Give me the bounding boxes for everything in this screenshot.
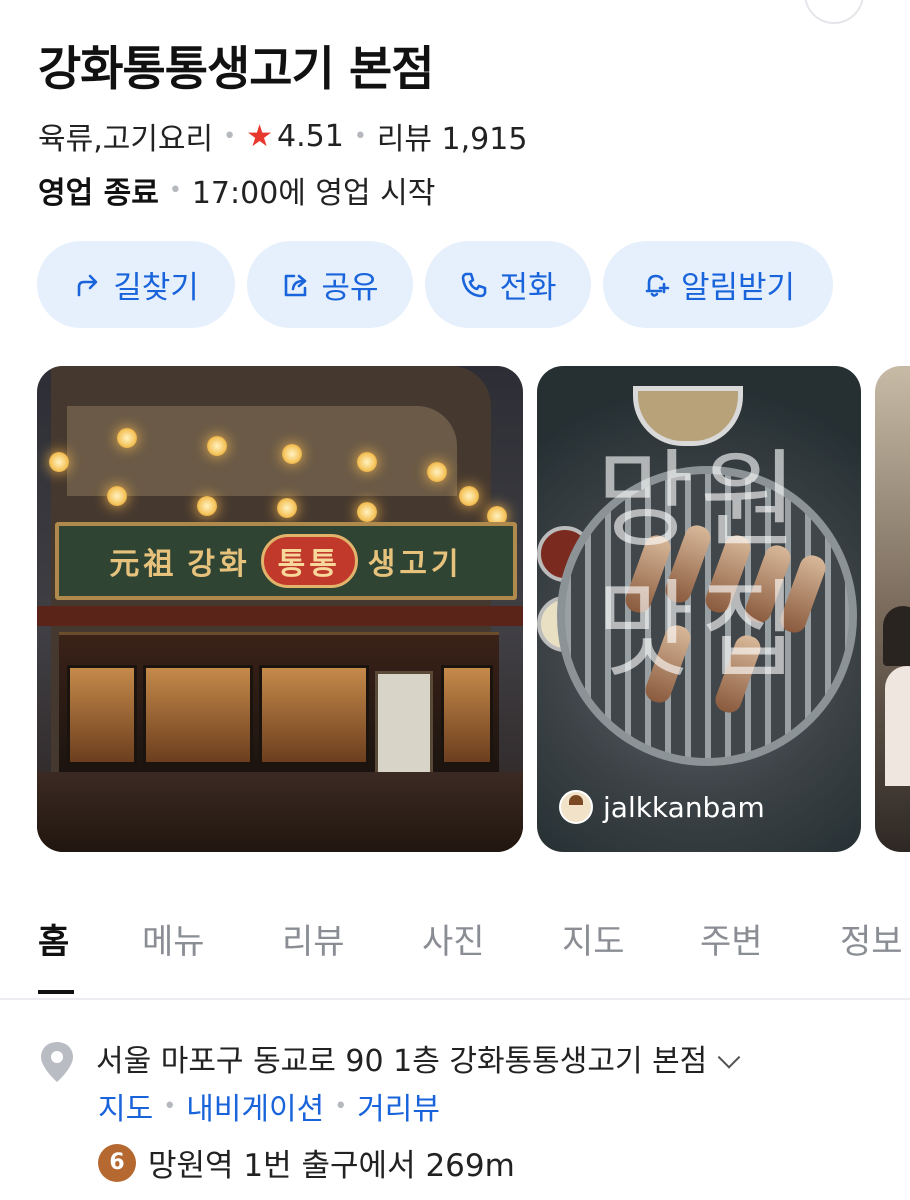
navigation-link[interactable]: 내비게이션	[186, 1084, 324, 1128]
photo-carousel[interactable]: 元祖 강화 통통 생고기 망원 맛집 jalkkanbam	[37, 366, 910, 852]
chevron-down-icon[interactable]	[717, 1046, 741, 1069]
tab-info[interactable]: 정보	[840, 914, 903, 963]
food-photo[interactable]: 망원 맛집 jalkkanbam	[537, 366, 861, 852]
address-text: 서울 마포구 동교로 90 1층 강화통통생고기 본점	[96, 1036, 741, 1080]
directions-arrow-icon	[77, 274, 98, 296]
restaurant-sign: 元祖 강화 통통 생고기	[55, 522, 517, 600]
separator-dot: •	[223, 123, 237, 149]
separator-dot: •	[163, 1093, 177, 1119]
separator-dot: •	[353, 123, 367, 149]
notify-button[interactable]: 알림받기	[603, 241, 833, 328]
tab-menu[interactable]: 메뉴	[142, 914, 205, 963]
tab-photos[interactable]: 사진	[422, 914, 485, 963]
photo-credit[interactable]: jalkkanbam	[559, 790, 765, 824]
bell-plus-icon	[645, 274, 670, 297]
location-pin-icon	[41, 1042, 73, 1082]
rating-value: 4.51	[277, 118, 344, 154]
photo-watermark: 망원 맛집	[596, 439, 804, 692]
share-icon	[285, 274, 307, 296]
place-title: 강화통통생고기 본점	[38, 42, 435, 97]
address-row[interactable]: 서울 마포구 동교로 90 1층 강화통통생고기 본점	[38, 1036, 741, 1084]
active-tab-indicator	[38, 990, 74, 994]
action-buttons: 길찾기 공유 전화 알림받기	[37, 241, 833, 328]
lanterns	[47, 426, 517, 526]
tab-bar: 홈 메뉴 리뷰 사진 지도 주변 정보	[0, 914, 910, 1000]
tab-reviews[interactable]: 리뷰	[282, 914, 345, 963]
call-button[interactable]: 전화	[425, 241, 591, 328]
call-label: 전화	[499, 270, 557, 306]
location-links: 지도 • 내비게이션 • 거리뷰	[98, 1084, 440, 1128]
next-open-time: 17:00에 영업 시작	[191, 176, 436, 211]
place-detail-page: 강화통통생고기 본점 육류,고기요리 • ★ 4.51 • 리뷰 1,915 영…	[0, 0, 910, 1200]
tab-nearby[interactable]: 주변	[700, 914, 763, 963]
map-link[interactable]: 지도	[98, 1084, 153, 1128]
business-hours[interactable]: 영업 종료 • 17:00에 영업 시작	[38, 168, 435, 212]
photo-credit-name: jalkkanbam	[603, 790, 765, 824]
directions-button[interactable]: 길찾기	[37, 241, 235, 328]
avatar	[559, 790, 593, 824]
interior-photo-peek[interactable]	[875, 366, 910, 852]
tab-map[interactable]: 지도	[562, 914, 625, 963]
phone-icon	[462, 272, 487, 297]
street-view-link[interactable]: 거리뷰	[357, 1084, 440, 1128]
tab-home[interactable]: 홈	[38, 914, 69, 963]
storefront-photo[interactable]: 元祖 강화 통통 생고기	[37, 366, 523, 852]
notify-label: 알림받기	[680, 270, 796, 306]
place-meta: 육류,고기요리 • ★ 4.51 • 리뷰 1,915	[38, 114, 527, 158]
subway-line-badge: 6	[98, 1143, 136, 1182]
directions-label: 길찾기	[113, 270, 199, 306]
review-count-link[interactable]: 리뷰 1,915	[377, 114, 528, 158]
separator-dot: •	[168, 177, 182, 203]
floating-button[interactable]	[804, 0, 864, 24]
separator-dot: •	[334, 1093, 348, 1119]
star-icon: ★	[246, 118, 274, 154]
open-status: 영업 종료	[38, 176, 159, 211]
transit-text: 망원역 1번 출구에서 269m	[148, 1148, 515, 1184]
transit-info: 6 망원역 1번 출구에서 269m	[98, 1140, 515, 1185]
share-label: 공유	[321, 270, 379, 306]
category-text: 육류,고기요리	[38, 122, 214, 157]
share-button[interactable]: 공유	[247, 241, 413, 328]
